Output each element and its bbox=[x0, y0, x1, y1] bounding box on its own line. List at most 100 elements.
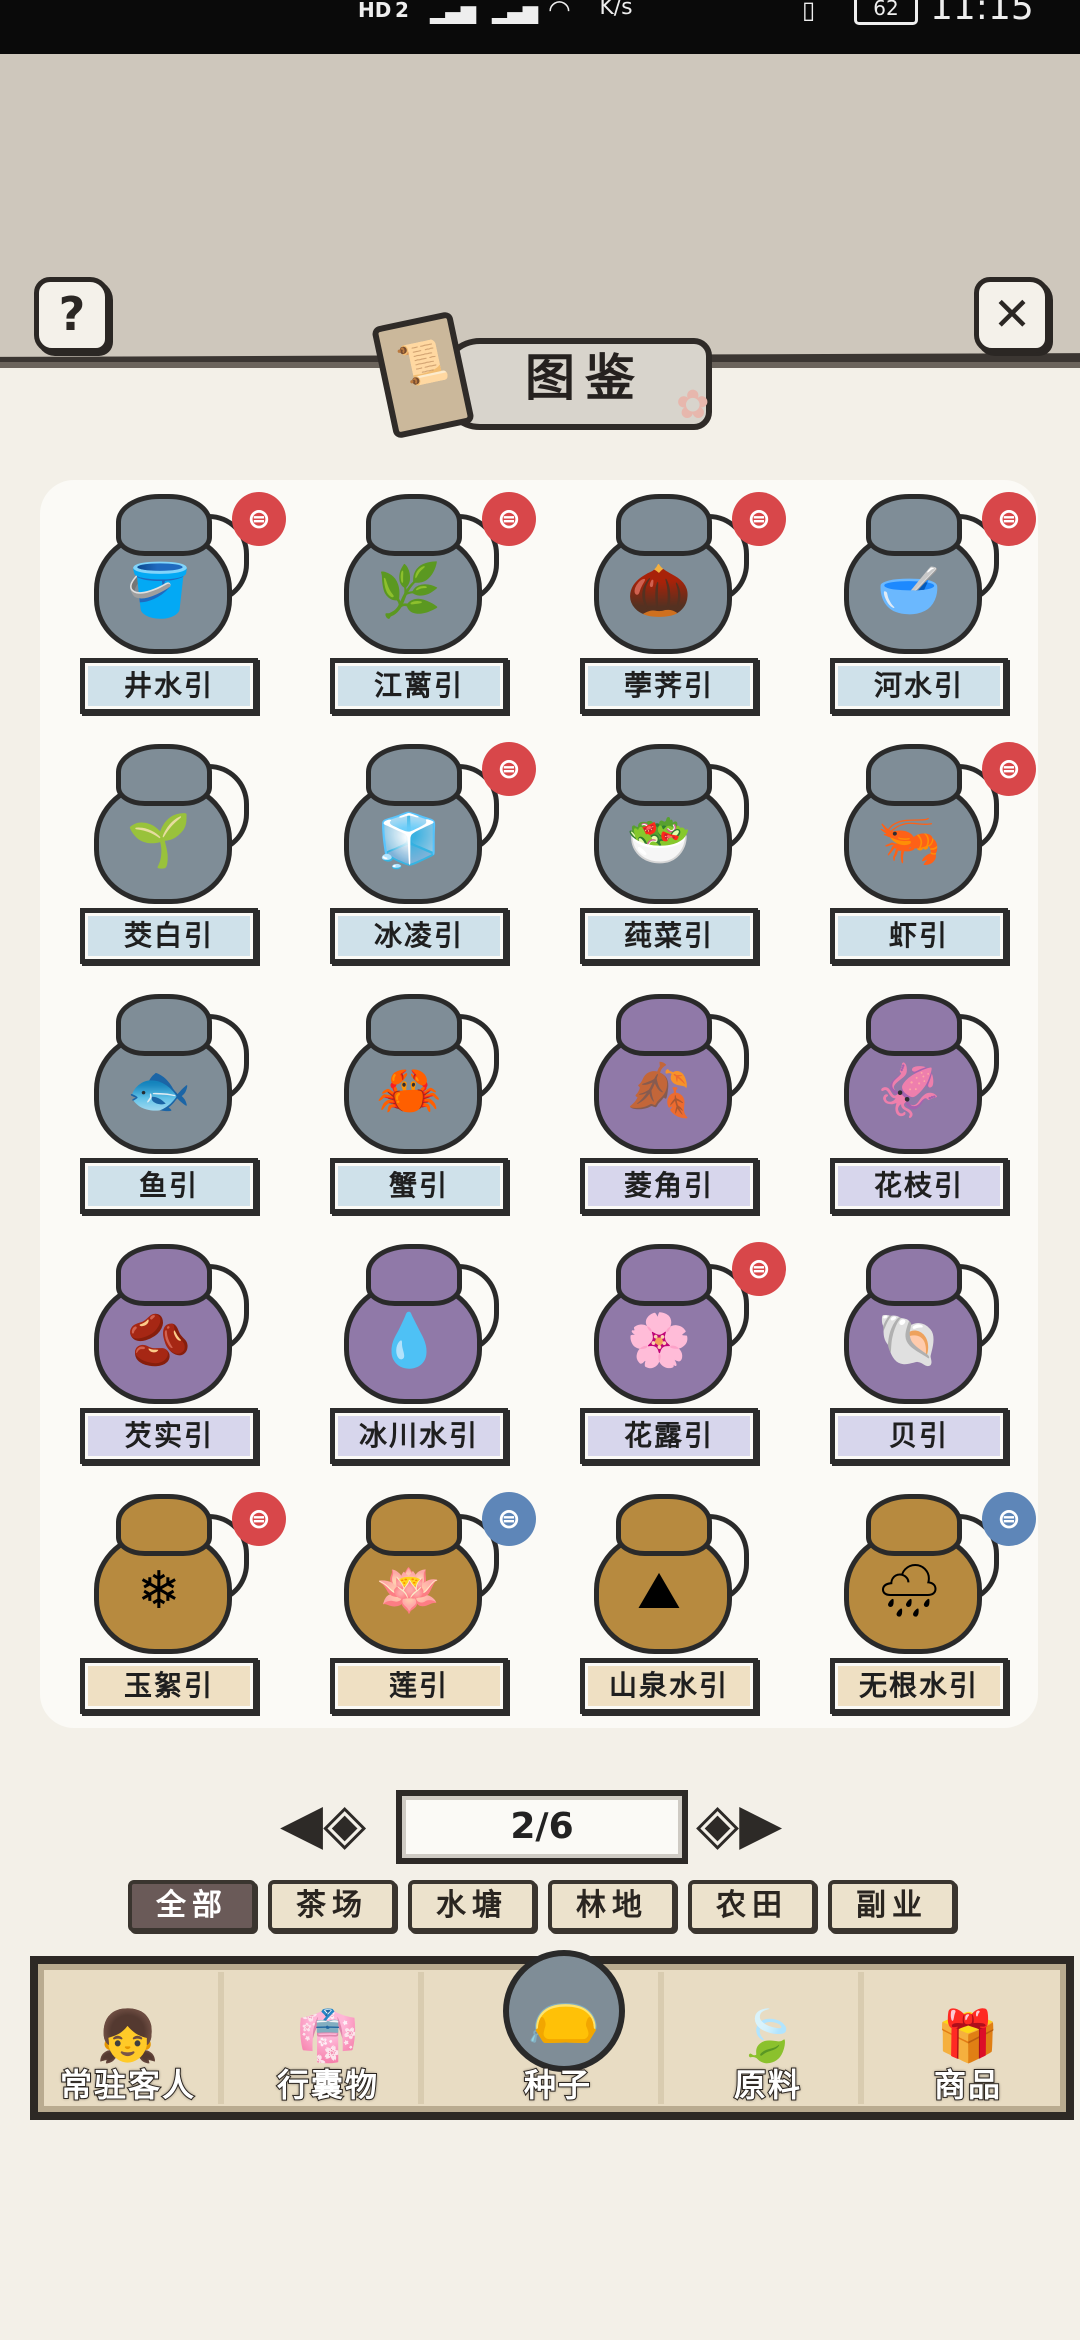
seed-card[interactable]: 🦑 花枝引 bbox=[790, 980, 1040, 1230]
nav-divider bbox=[658, 1972, 664, 2104]
seed-item-icon: 🌧 bbox=[875, 1561, 942, 1621]
seed-label: 鱼引 bbox=[80, 1158, 258, 1214]
question-icon: ? bbox=[58, 287, 86, 341]
nav-luggage[interactable]: 👘 行囊物 bbox=[238, 1964, 418, 2112]
bag-neck bbox=[116, 1244, 212, 1306]
new-badge-icon: ⊜ bbox=[732, 1242, 786, 1296]
seed-bag-icon: ❄ bbox=[90, 1494, 249, 1654]
seed-card[interactable]: 🐚 贝引 bbox=[790, 1230, 1040, 1480]
seed-label: 河水引 bbox=[830, 658, 1008, 714]
network-speed: K/s bbox=[599, 0, 633, 20]
seed-card[interactable]: 🌿 ⊜ 江蓠引 bbox=[290, 480, 540, 730]
nav-divider bbox=[418, 1972, 424, 2104]
seed-bag-icon: 🦐 bbox=[840, 744, 999, 904]
seed-card[interactable]: 🥗 莼菜引 bbox=[540, 730, 790, 980]
bag-neck bbox=[616, 1494, 712, 1556]
seed-card[interactable]: 💧 冰川水引 bbox=[290, 1230, 540, 1480]
bag-neck bbox=[616, 1244, 712, 1306]
seed-card[interactable]: 🍂 菱角引 bbox=[540, 980, 790, 1230]
seed-bag-icon: 🦑 bbox=[840, 994, 999, 1154]
seed-card[interactable]: 🌱 茭白引 bbox=[40, 730, 290, 980]
seed-label: 芡实引 bbox=[80, 1408, 258, 1464]
prev-page-arrow-icon[interactable]: ◀◈ bbox=[280, 1797, 366, 1853]
hd-indicator: HD bbox=[358, 0, 392, 22]
close-button[interactable]: ✕ bbox=[974, 277, 1050, 353]
seed-card[interactable]: 🐟 鱼引 bbox=[40, 980, 290, 1230]
seed-item-icon: 🥗 bbox=[626, 811, 692, 871]
filter-tab[interactable]: 农田 bbox=[688, 1880, 816, 1932]
filter-tab[interactable]: 副业 bbox=[828, 1880, 956, 1932]
seed-card[interactable]: 🦀 蟹引 bbox=[290, 980, 540, 1230]
seed-bag-icon: 🐚 bbox=[840, 1244, 999, 1404]
seed-card[interactable]: 🪷 ⊜ 莲引 bbox=[290, 1480, 540, 1730]
seed-card[interactable]: 🧊 ⊜ 冰凌引 bbox=[290, 730, 540, 980]
seed-card[interactable]: 🌰 ⊜ 荸荠引 bbox=[540, 480, 790, 730]
seed-item-icon: 🪣 bbox=[126, 561, 192, 621]
seed-bag-icon: 🍂 bbox=[590, 994, 749, 1154]
encyclopedia-grid: 🪣 ⊜ 井水引 🌿 ⊜ 江蓠引 🌰 ⊜ 荸荠引 🥣 ⊜ 河水引 🌱 茭白引 🧊 ⊜ 冰凌引 🥗 莼菜引 🦐 ⊜ 虾引 🐟 鱼引… bbox=[40, 480, 1038, 1728]
seed-card[interactable]: ⛰ 山泉水引 bbox=[540, 1480, 790, 1730]
seed-label: 山泉水引 bbox=[580, 1658, 758, 1714]
seed-bag-icon: 🌧 bbox=[840, 1494, 999, 1654]
seed-card[interactable]: 🦐 ⊜ 虾引 bbox=[790, 730, 1040, 980]
seed-label: 无根水引 bbox=[830, 1658, 1008, 1714]
seed-label: 菱角引 bbox=[580, 1158, 758, 1214]
nav-materials[interactable]: 🍃 原料 bbox=[678, 1964, 858, 2112]
new-badge-icon: ⊜ bbox=[232, 492, 286, 546]
seed-item-icon: 🌱 bbox=[126, 811, 192, 871]
seed-item-icon: 🧊 bbox=[376, 811, 442, 871]
seed-card[interactable]: 🌸 ⊜ 花露引 bbox=[540, 1230, 790, 1480]
signal-icon-2: ▂▄▆ bbox=[492, 0, 539, 24]
seed-card[interactable]: 🫘 芡实引 bbox=[40, 1230, 290, 1480]
seed-label: 井水引 bbox=[80, 658, 258, 714]
nav-label: 种子 bbox=[523, 2065, 592, 2105]
seed-card[interactable]: 🌧 ⊜ 无根水引 bbox=[790, 1480, 1040, 1730]
seed-card[interactable]: 🥣 ⊜ 河水引 bbox=[790, 480, 1040, 730]
nav-label: 商品 bbox=[933, 2065, 1002, 2105]
seed-item-icon: 🫘 bbox=[126, 1311, 192, 1371]
new-badge-icon: ⊜ bbox=[982, 742, 1036, 796]
bag-neck bbox=[866, 994, 962, 1056]
vibrate-icon: ▯ bbox=[802, 0, 816, 24]
nav-seeds-icon: 👝 bbox=[503, 1950, 625, 2072]
clock: 11:15 bbox=[930, 0, 1034, 28]
seed-label: 冰川水引 bbox=[330, 1408, 508, 1464]
bag-neck bbox=[866, 1244, 962, 1306]
new-badge-icon: ⊜ bbox=[982, 492, 1036, 546]
seed-item-icon: 🐚 bbox=[876, 1311, 942, 1371]
filter-tab[interactable]: 全部 bbox=[128, 1880, 256, 1932]
bag-neck bbox=[616, 494, 712, 556]
filter-tab[interactable]: 林地 bbox=[548, 1880, 676, 1932]
seed-item-icon: ⛰ bbox=[637, 1561, 681, 1621]
filter-tab[interactable]: 水塘 bbox=[408, 1880, 536, 1932]
seed-label: 冰凌引 bbox=[330, 908, 508, 964]
nav-seeds[interactable]: 👝 种子 bbox=[468, 1950, 648, 2112]
next-page-arrow-icon[interactable]: ◈▶ bbox=[696, 1797, 782, 1853]
status-bar: HD 2 ▂▄▆ ▂▄▆ ◠ K/s ▯ 62 11:15 bbox=[0, 0, 1080, 54]
bag-neck bbox=[366, 994, 462, 1056]
new-badge-icon: ⊜ bbox=[232, 1492, 286, 1546]
seed-card[interactable]: ❄ ⊜ 玉絮引 bbox=[40, 1480, 290, 1730]
signal-icon: ▂▄▆ bbox=[430, 0, 477, 24]
help-button[interactable]: ? bbox=[34, 277, 110, 353]
special-badge-icon: ⊜ bbox=[482, 1492, 536, 1546]
seed-bag-icon: 💧 bbox=[340, 1244, 499, 1404]
seed-item-icon: 🥣 bbox=[876, 561, 942, 621]
seed-item-icon: 🌿 bbox=[376, 561, 442, 621]
seed-item-icon: ❄ bbox=[137, 1561, 181, 1621]
page-title: 图鉴 bbox=[525, 349, 645, 407]
close-icon: ✕ bbox=[992, 287, 1032, 341]
nav-label: 行囊物 bbox=[276, 2065, 379, 2105]
bag-neck bbox=[366, 1494, 462, 1556]
nav-goods[interactable]: 🎁 商品 bbox=[878, 1964, 1058, 2112]
flower-icon: ✿ bbox=[676, 382, 710, 428]
filter-tab[interactable]: 茶场 bbox=[268, 1880, 396, 1932]
seed-card[interactable]: 🪣 ⊜ 井水引 bbox=[40, 480, 290, 730]
nav-guests[interactable]: 👧 常驻客人 bbox=[38, 1964, 218, 2112]
bag-neck bbox=[366, 494, 462, 556]
seed-label: 贝引 bbox=[830, 1408, 1008, 1464]
bag-neck bbox=[866, 1494, 962, 1556]
seed-label: 莲引 bbox=[330, 1658, 508, 1714]
seed-label: 蟹引 bbox=[330, 1158, 508, 1214]
seed-label: 花枝引 bbox=[830, 1158, 1008, 1214]
